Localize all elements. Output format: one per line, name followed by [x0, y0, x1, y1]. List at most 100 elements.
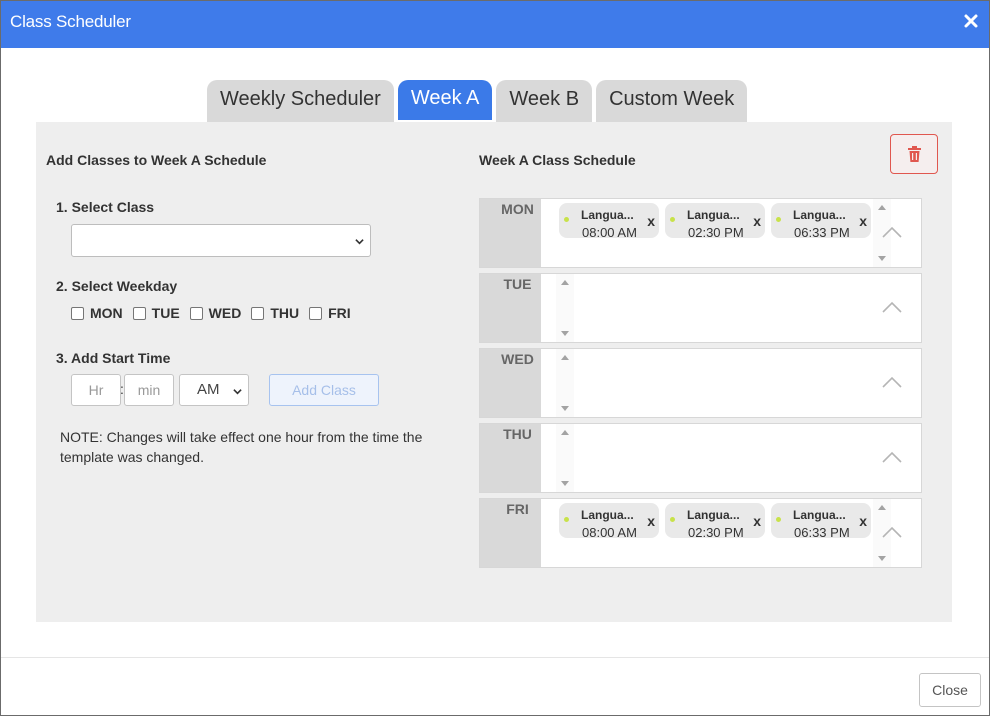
chevron-up-icon[interactable] — [881, 375, 903, 389]
chevron-up-icon[interactable] — [881, 525, 903, 539]
tab-weekly-scheduler[interactable]: Weekly Scheduler — [207, 80, 394, 122]
weekday-fri[interactable]: FRI — [309, 305, 351, 321]
scroll-up-arrow-icon[interactable] — [878, 505, 886, 510]
class-chip[interactable]: Langua... 06:33 PM x — [771, 503, 871, 540]
scroll-up-arrow-icon[interactable] — [561, 355, 569, 360]
scroll-down-arrow-icon[interactable] — [561, 331, 569, 336]
step-select-class-label: 1. Select Class — [56, 199, 155, 215]
scroll-up-arrow-icon[interactable] — [561, 280, 569, 285]
weekday-checkbox-group: MON TUE WED THU FRI — [71, 305, 351, 321]
class-chip[interactable]: Langua... 08:00 AM x — [559, 503, 659, 540]
status-dot — [564, 517, 569, 522]
ampm-select[interactable]: AM — [179, 374, 249, 406]
weekday-wed[interactable]: WED — [189, 305, 242, 321]
scroll-down-arrow-icon[interactable] — [878, 556, 886, 561]
scroll-up-arrow-icon[interactable] — [561, 430, 569, 435]
remove-class-button[interactable]: x — [859, 213, 867, 229]
class-chip[interactable]: Langua... 06:33 PM x — [771, 203, 871, 240]
tab-week-a[interactable]: Week A — [397, 80, 493, 120]
weekday-label: WED — [208, 305, 242, 321]
status-dot — [670, 217, 675, 222]
checkbox[interactable] — [189, 306, 203, 320]
dialog-title: Class Scheduler — [10, 12, 131, 31]
day-classes: Langua... 08:00 AM x Langua... 02:30 PM … — [541, 199, 921, 267]
remove-class-button[interactable]: x — [647, 213, 655, 229]
checkbox[interactable] — [309, 306, 323, 320]
day-label: THU — [480, 424, 541, 492]
add-classes-heading: Add Classes to Week A Schedule — [46, 152, 267, 168]
day-classes — [541, 274, 921, 342]
checkbox[interactable] — [251, 306, 265, 320]
day-label: WED — [480, 349, 541, 417]
close-icon[interactable] — [963, 13, 979, 29]
class-name: Langua... — [793, 508, 846, 522]
note-text: NOTE: Changes will take effect one hour … — [60, 429, 423, 465]
remove-class-button[interactable]: x — [859, 513, 867, 529]
day-label: FRI — [480, 499, 541, 567]
class-name: Langua... — [793, 208, 846, 222]
class-chip[interactable]: Langua... 02:30 PM x — [665, 503, 765, 540]
weekday-label: THU — [270, 305, 300, 321]
select-class-dropdown[interactable] — [71, 224, 371, 257]
checkbox[interactable] — [132, 306, 146, 320]
class-scheduler-dialog: Class Scheduler Weekly Scheduler Week A … — [0, 0, 990, 716]
class-name: Langua... — [581, 208, 634, 222]
chevron-up-icon[interactable] — [881, 450, 903, 464]
chevron-down-icon — [233, 389, 242, 395]
scrollbar[interactable] — [556, 349, 574, 417]
class-time: 06:33 PM — [794, 525, 850, 540]
class-time: 02:30 PM — [688, 225, 744, 240]
scrollbar[interactable] — [556, 274, 574, 342]
tab-bar: Weekly Scheduler Week A Week B Custom We… — [207, 80, 748, 122]
step-select-weekday-label: 2. Select Weekday — [56, 278, 178, 294]
titlebar: Class Scheduler — [1, 1, 989, 48]
class-time: 08:00 AM — [582, 525, 637, 540]
class-name: Langua... — [687, 508, 740, 522]
weekday-label: TUE — [151, 305, 180, 321]
tab-week-b[interactable]: Week B — [496, 80, 593, 122]
delete-schedule-button[interactable] — [890, 134, 938, 174]
chevron-up-icon[interactable] — [881, 300, 903, 314]
weekday-mon[interactable]: MON — [71, 305, 123, 321]
footer-divider — [1, 657, 989, 658]
day-row-wed: WED — [479, 348, 922, 418]
class-chip[interactable]: Langua... 08:00 AM x — [559, 203, 659, 240]
day-row-thu: THU — [479, 423, 922, 493]
scroll-down-arrow-icon[interactable] — [561, 406, 569, 411]
status-dot — [776, 517, 781, 522]
class-chip[interactable]: Langua... 02:30 PM x — [665, 203, 765, 240]
weekday-tue[interactable]: TUE — [132, 305, 180, 321]
remove-class-button[interactable]: x — [753, 213, 761, 229]
class-time: 08:00 AM — [582, 225, 637, 240]
tab-custom-week[interactable]: Custom Week — [596, 80, 748, 122]
weekday-label: MON — [90, 305, 123, 321]
step-start-time-label: 3. Add Start Time — [56, 350, 171, 366]
close-button[interactable]: Close — [919, 673, 981, 707]
class-time: 06:33 PM — [794, 225, 850, 240]
hour-input[interactable]: Hr — [71, 374, 121, 406]
ampm-value: AM — [197, 381, 220, 398]
week-a-panel: Add Classes to Week A Schedule 1. Select… — [36, 122, 952, 622]
add-class-button[interactable]: Add Class — [269, 374, 379, 406]
day-classes — [541, 424, 921, 492]
remove-class-button[interactable]: x — [647, 513, 655, 529]
status-dot — [564, 217, 569, 222]
class-time: 02:30 PM — [688, 525, 744, 540]
scroll-up-arrow-icon[interactable] — [878, 205, 886, 210]
status-dot — [776, 217, 781, 222]
chevron-up-icon[interactable] — [881, 225, 903, 239]
minute-input[interactable]: min — [124, 374, 174, 406]
day-row-tue: TUE — [479, 273, 922, 343]
chevron-down-icon — [355, 239, 364, 245]
checkbox[interactable] — [71, 306, 84, 320]
weekday-thu[interactable]: THU — [251, 305, 299, 321]
schedule-heading: Week A Class Schedule — [479, 152, 636, 168]
remove-class-button[interactable]: x — [753, 513, 761, 529]
scroll-down-arrow-icon[interactable] — [561, 481, 569, 486]
day-label: TUE — [480, 274, 541, 342]
scrollbar[interactable] — [556, 424, 574, 492]
status-dot — [670, 517, 675, 522]
scroll-down-arrow-icon[interactable] — [878, 256, 886, 261]
trash-icon — [908, 146, 921, 162]
day-row-mon: MON Langua... 08:00 AM x Langua... 02:30… — [479, 198, 922, 268]
